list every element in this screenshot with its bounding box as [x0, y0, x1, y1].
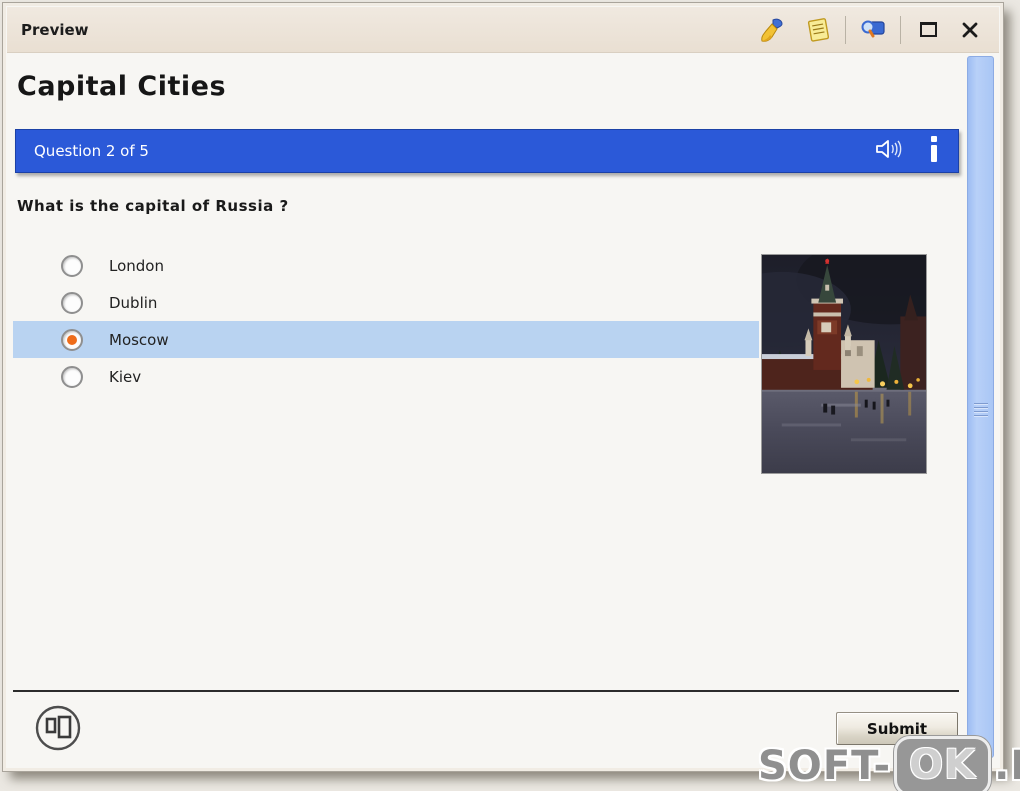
options-list: London Dublin Moscow Kiev: [13, 247, 759, 395]
brush-icon[interactable]: [757, 15, 787, 45]
footer-divider: [13, 690, 959, 692]
quiz-content: Capital Cities Question 2 of 5 What is t…: [7, 53, 999, 767]
radio-button[interactable]: [61, 291, 83, 314]
watermark-suffix: .NET: [994, 743, 1020, 789]
window-title: Preview: [21, 20, 89, 39]
kremlin-photo: [761, 254, 927, 474]
close-icon[interactable]: [955, 15, 985, 45]
titlebar-icons: [757, 15, 985, 45]
option-label: Dublin: [109, 293, 158, 312]
question-text: What is the capital of Russia ?: [17, 197, 289, 215]
titlebar-separator: [845, 15, 846, 44]
preview-search-icon[interactable]: [858, 15, 888, 45]
preview-window: Preview Capital Cities Question 2 of 5 W…: [2, 2, 1004, 772]
titlebar: Preview: [7, 7, 999, 53]
info-icon[interactable]: [928, 136, 940, 166]
option-row-london[interactable]: London: [13, 247, 759, 284]
watermark: SOFT-OK.NET: [758, 736, 1020, 791]
option-label: Moscow: [109, 330, 169, 349]
radio-button[interactable]: [61, 254, 83, 277]
scrollbar-grip: [974, 403, 988, 419]
quiz-title: Capital Cities: [17, 71, 227, 102]
radio-button[interactable]: [61, 365, 83, 388]
watermark-prefix: SOFT-: [758, 743, 892, 789]
option-label: Kiev: [109, 367, 142, 386]
radio-button[interactable]: [61, 328, 83, 351]
question-counter: Question 2 of 5: [34, 142, 149, 160]
option-label: London: [109, 256, 164, 275]
notepad-icon[interactable]: [803, 15, 833, 45]
watermark-badge: OK: [894, 736, 992, 791]
option-row-dublin[interactable]: Dublin: [13, 284, 759, 321]
maximize-icon[interactable]: [913, 15, 943, 45]
question-progress-bar: Question 2 of 5: [15, 129, 959, 173]
titlebar-separator: [900, 15, 901, 44]
scrollbar[interactable]: [967, 56, 994, 758]
pause-layout-icon[interactable]: [33, 703, 83, 753]
audio-speaker-icon[interactable]: [874, 137, 904, 165]
option-row-moscow[interactable]: Moscow: [13, 321, 759, 358]
option-row-kiev[interactable]: Kiev: [13, 358, 759, 395]
